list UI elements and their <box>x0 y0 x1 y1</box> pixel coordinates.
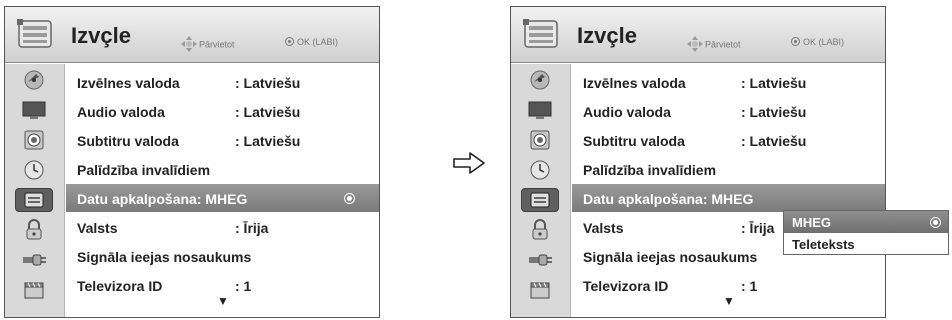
lock-icon[interactable] <box>521 218 559 242</box>
input-plug-icon[interactable] <box>521 248 559 272</box>
move-hint: Pārvietot <box>181 36 235 53</box>
item-value: : 1 <box>741 278 758 294</box>
item-value: : Latviešu <box>741 75 807 91</box>
selected-radio-icon <box>344 193 355 204</box>
input-plug-icon[interactable] <box>15 248 53 272</box>
item-label: Datu apkalpošana: MHEG <box>583 191 754 207</box>
item-label: Palīdzība invalīdiem <box>583 162 717 178</box>
item-label: Subtitru valoda <box>77 133 179 149</box>
speaker-icon[interactable] <box>15 128 53 152</box>
ok-hint-label: OK (LABI) <box>297 37 339 47</box>
category-sidebar <box>5 64 65 317</box>
menu-list: Izvēlnes valoda : Latviešu Audio valoda … <box>572 64 885 317</box>
menu-item-subtitle-language[interactable]: Subtitru valoda : Latviešu <box>572 126 885 154</box>
menu-header: Izvçle Pārvietot OK (LABI) <box>5 7 379 63</box>
menu-header: Izvçle Pārvietot OK (LABI) <box>511 7 885 63</box>
speaker-icon[interactable] <box>521 128 559 152</box>
menu-item-input-label[interactable]: Signāla ieejas nosaukums <box>66 242 379 270</box>
monitor-icon[interactable] <box>521 98 559 122</box>
clock-icon[interactable] <box>521 158 559 182</box>
move-hint-label: Pārvietot <box>199 39 235 50</box>
item-label: Subtitru valoda <box>583 133 685 149</box>
item-value: : Latviešu <box>741 104 807 120</box>
option-label: MHEG <box>792 215 831 230</box>
menu-item-menu-language[interactable]: Izvēlnes valoda : Latviešu <box>572 68 885 96</box>
scroll-down-indicator[interactable]: ▼ <box>66 294 379 308</box>
menu-title: Izvçle <box>577 23 637 48</box>
menu-item-audio-language[interactable]: Audio valoda : Latviešu <box>66 97 379 125</box>
menu-list: Izvēlnes valoda : Latviešu Audio valoda … <box>66 64 379 317</box>
options-menu-icon <box>521 17 561 51</box>
option-label: Teleteksts <box>792 237 855 252</box>
category-sidebar <box>511 64 571 317</box>
item-label: Televizora ID <box>77 278 163 294</box>
menu-title: Izvçle <box>71 23 131 48</box>
item-value: : Latviešu <box>235 75 301 91</box>
item-value: : 1 <box>235 278 252 294</box>
item-label: Valsts <box>583 220 624 236</box>
item-value: : Īrija <box>235 220 269 236</box>
item-value: : Latviešu <box>235 133 301 149</box>
item-label: Izvēlnes valoda <box>77 75 180 91</box>
item-label: Signāla ieejas nosaukums <box>583 249 758 265</box>
osd-menu-before: Izvçle Pārvietot OK (LABI) Izvēlnes valo… <box>4 6 380 318</box>
data-service-popup: MHEG Teleteksts <box>783 210 949 255</box>
ok-button-icon <box>791 37 800 47</box>
options-menu-icon <box>15 17 55 51</box>
menu-item-data-service[interactable]: Datu apkalpošana: MHEG <box>572 184 885 212</box>
ok-hint: OK (LABI) <box>285 37 338 47</box>
menu-item-accessibility[interactable]: Palīdzība invalīdiem <box>572 155 885 183</box>
ok-button-icon <box>285 37 294 47</box>
satellite-icon[interactable] <box>15 68 53 92</box>
menu-item-data-service[interactable]: Datu apkalpošana: MHEG <box>66 184 379 212</box>
item-label: Palīdzība invalīdiem <box>77 162 211 178</box>
move-hint: Pārvietot <box>687 36 741 53</box>
selected-radio-icon <box>930 217 941 228</box>
scroll-down-indicator[interactable]: ▼ <box>572 294 885 308</box>
popup-option-mheg[interactable]: MHEG <box>784 211 948 233</box>
dpad-icon <box>181 36 197 52</box>
item-value: : Latviešu <box>235 104 301 120</box>
menu-item-country[interactable]: Valsts : Īrija <box>66 213 379 241</box>
item-label: Izvēlnes valoda <box>583 75 686 91</box>
item-label: Audio valoda <box>77 104 165 120</box>
popup-option-teletext[interactable]: Teleteksts <box>784 233 948 255</box>
item-label: Audio valoda <box>583 104 671 120</box>
item-label: Datu apkalpošana: MHEG <box>77 191 248 207</box>
item-label: Valsts <box>77 220 118 236</box>
clock-icon[interactable] <box>15 158 53 182</box>
item-value: : Latviešu <box>741 133 807 149</box>
item-label: Signāla ieejas nosaukums <box>77 249 252 265</box>
menu-item-audio-language[interactable]: Audio valoda : Latviešu <box>572 97 885 125</box>
menu-item-menu-language[interactable]: Izvēlnes valoda : Latviešu <box>66 68 379 96</box>
options-icon[interactable] <box>15 188 53 212</box>
menu-item-subtitle-language[interactable]: Subtitru valoda : Latviešu <box>66 126 379 154</box>
media-clapper-icon[interactable] <box>521 278 559 302</box>
right-arrow-icon <box>452 150 486 176</box>
ok-hint: OK (LABI) <box>791 37 844 47</box>
osd-menu-after: Izvçle Pārvietot OK (LABI) Izvēlnes valo… <box>510 6 886 318</box>
dpad-icon <box>687 36 703 52</box>
menu-item-accessibility[interactable]: Palīdzība invalīdiem <box>66 155 379 183</box>
lock-icon[interactable] <box>15 218 53 242</box>
options-icon[interactable] <box>521 188 559 212</box>
item-value: : Īrija <box>741 220 775 236</box>
ok-hint-label: OK (LABI) <box>803 37 845 47</box>
move-hint-label: Pārvietot <box>705 39 741 50</box>
satellite-icon[interactable] <box>521 68 559 92</box>
media-clapper-icon[interactable] <box>15 278 53 302</box>
monitor-icon[interactable] <box>15 98 53 122</box>
item-label: Televizora ID <box>583 278 669 294</box>
